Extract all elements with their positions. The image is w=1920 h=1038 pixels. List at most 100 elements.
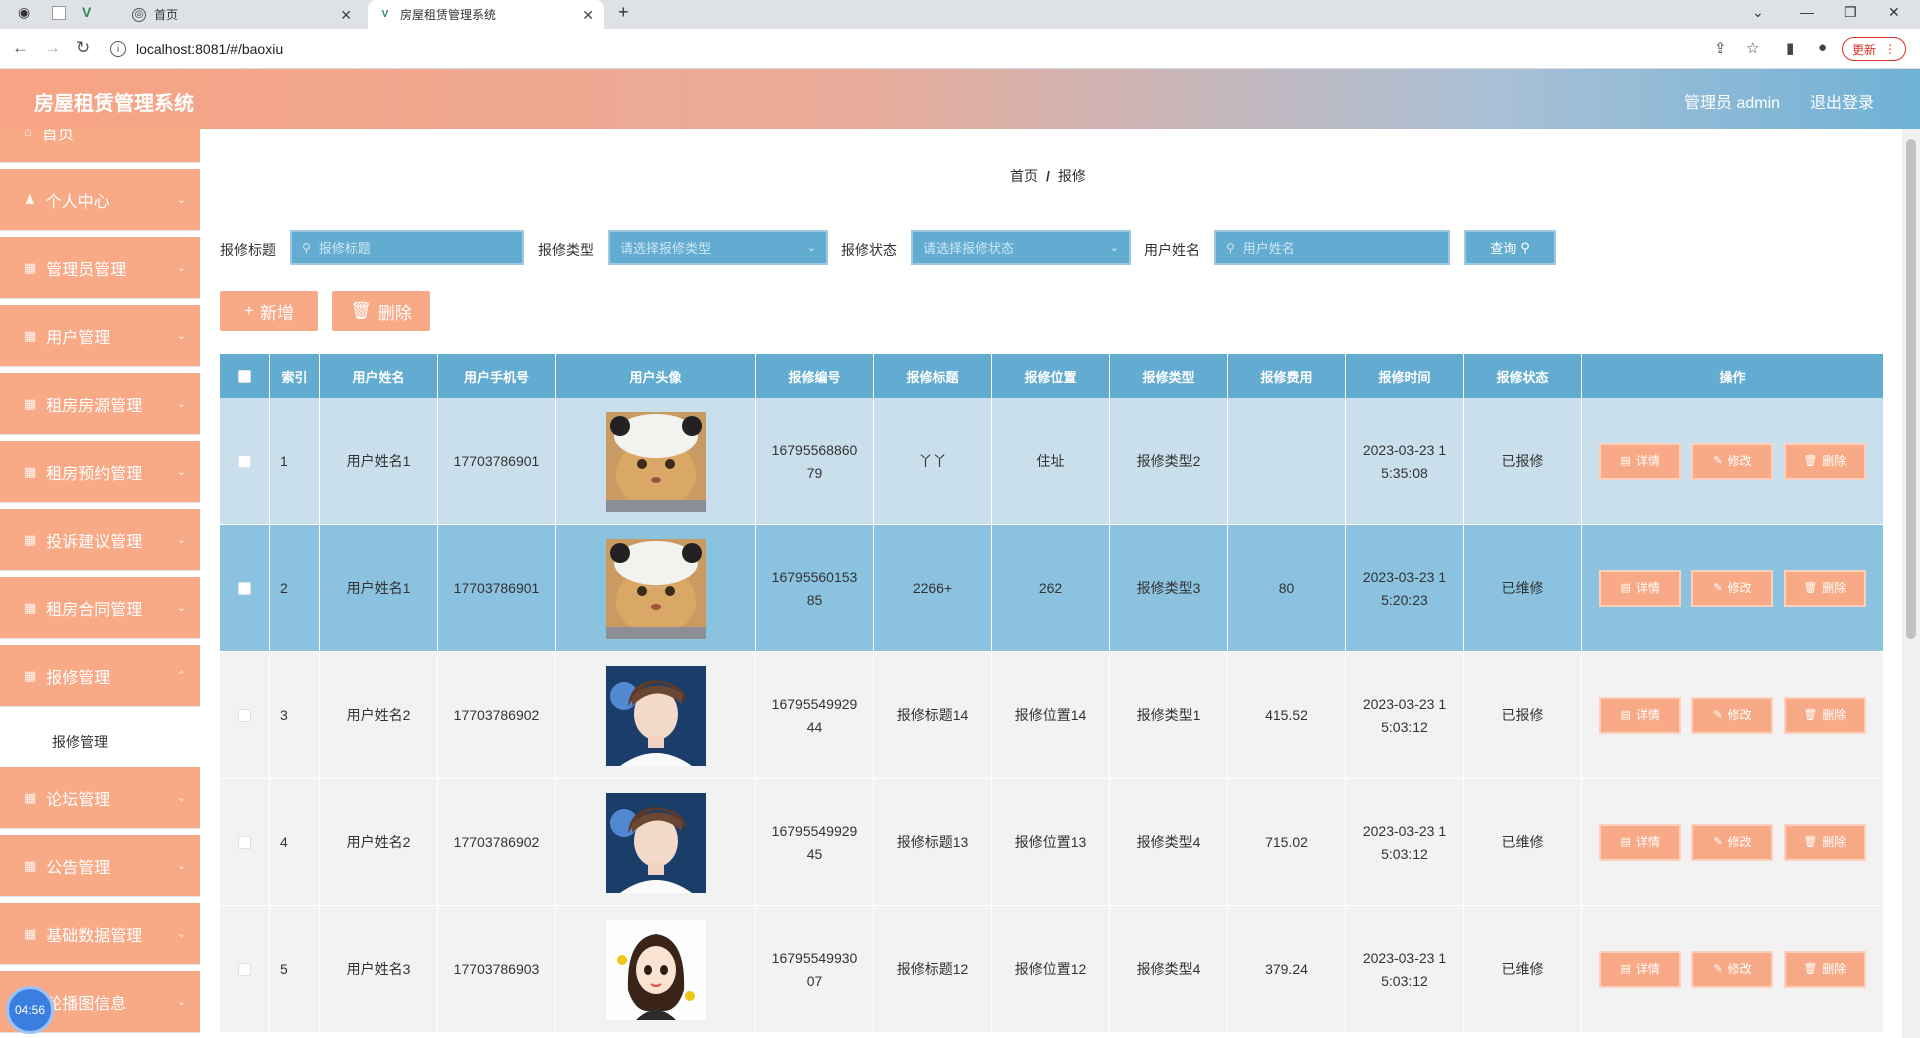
close-icon[interactable]: ✕ (340, 7, 352, 24)
sidebar-item-contracts[interactable]: ▦ 租房合同管理 ⌄ (0, 577, 200, 639)
cell-time: 2023-03-23 1 5:35:08 (1346, 398, 1464, 525)
timer-badge[interactable]: 04:56 (6, 986, 54, 1034)
query-label: 查询 (1490, 241, 1517, 256)
table-row[interactable]: 5 用户姓名3 17703786903 16795549930 07 报修标题12 报修位置… (220, 906, 1883, 1033)
close-icon[interactable]: ✕ (582, 7, 594, 24)
restore-icon[interactable]: ❐ (1844, 4, 1857, 21)
row-checkbox[interactable] (238, 455, 251, 468)
filter-username-label: 用户姓名 (1144, 242, 1200, 258)
table-row[interactable]: 1 用户姓名1 17703786901 16795568860 79 丫丫 住址 报修类型2 2… (220, 398, 1883, 525)
menu-icon: ▦ (24, 395, 37, 411)
detail-button[interactable]: ▤ 详情 (1599, 951, 1682, 988)
address-bar[interactable]: i localhost:8081/#/baoxiu (110, 34, 1290, 64)
search-icon: ⚲ (302, 240, 311, 255)
row-checkbox[interactable] (238, 836, 251, 849)
sidebar-item-complaints[interactable]: ▦ 投诉建议管理 ⌄ (0, 509, 200, 571)
scrollbar[interactable] (1902, 129, 1920, 1038)
chevron-down-icon: ⌄ (176, 194, 186, 206)
star-icon[interactable]: ☆ (1746, 39, 1759, 57)
delete-label: 删除 (1822, 835, 1847, 849)
edit-button[interactable]: ✎ 修改 (1691, 443, 1774, 480)
select-all-checkbox[interactable] (238, 369, 251, 383)
username-search-input[interactable]: ⚲ 用户姓名 (1214, 230, 1450, 265)
minimize-icon[interactable]: — (1800, 4, 1814, 20)
avatar[interactable] (605, 665, 706, 766)
cell-phone: 17703786902 (438, 652, 556, 779)
avatar[interactable] (605, 792, 706, 893)
edit-button[interactable]: ✎ 修改 (1691, 951, 1774, 988)
chevron-down-icon[interactable]: ⌄ (1752, 4, 1764, 21)
menu-icon: ▦ (24, 599, 37, 615)
reload-icon[interactable]: ↻ (76, 38, 90, 58)
row-checkbox[interactable] (238, 963, 251, 976)
sidebar-item-profile[interactable]: ♟ 个人中心 ⌄ (0, 169, 200, 231)
detail-button[interactable]: ▤ 详情 (1599, 443, 1682, 480)
new-tab-icon[interactable]: + (618, 2, 629, 23)
edit-button[interactable]: ✎ 修改 (1691, 697, 1774, 734)
vue-tab-icon[interactable]: V (82, 4, 91, 20)
delete-label: 删除 (377, 303, 412, 323)
sidebar-subitem-repairs[interactable]: 报修管理 (0, 717, 200, 767)
sidebar-item-notices[interactable]: ▦ 公告管理 ⌄ (0, 835, 200, 897)
cell-phone: 17703786901 (438, 525, 556, 652)
cell-index: 5 (270, 906, 320, 1033)
delete-button[interactable]: 🗑 删除 (1783, 951, 1866, 988)
search-icon: ⚲ (1520, 239, 1530, 255)
sidebar-item-users[interactable]: ▦ 用户管理 ⌄ (0, 305, 200, 367)
back-icon[interactable]: ← (12, 38, 29, 58)
detail-button[interactable]: ▤ 详情 (1599, 697, 1682, 734)
delete-button[interactable]: 🗑 删除 (1783, 570, 1866, 607)
sidebar-item-basedata[interactable]: ▦ 基础数据管理 ⌄ (0, 903, 200, 965)
breadcrumb-separator: / (1046, 168, 1050, 184)
table-row[interactable]: 4 用户姓名2 17703786902 16795549929 45 报修标题13 报修位置… (220, 779, 1883, 906)
sidebar-item-forum[interactable]: ▦ 论坛管理 ⌄ (0, 767, 200, 829)
forward-icon[interactable]: → (44, 38, 61, 58)
sidebar-item-listings[interactable]: ▦ 租房房源管理 ⌄ (0, 373, 200, 435)
tab-active[interactable]: V 房屋租赁管理系统 ✕ (368, 0, 604, 29)
avatar[interactable] (605, 919, 706, 1020)
trash-icon: 🗑 (1803, 836, 1818, 848)
time-line: 2023-03-23 1 (1362, 695, 1447, 712)
edit-button[interactable]: ✎ 修改 (1691, 824, 1774, 861)
scrollbar-thumb[interactable] (1906, 139, 1916, 639)
edit-label: 修改 (1727, 708, 1752, 722)
delete-button[interactable]: 🗑 删除 (1783, 443, 1866, 480)
update-button[interactable]: 更新 ⋮ (1842, 37, 1906, 61)
avatar[interactable] (605, 411, 706, 512)
sidepanel-icon[interactable]: ▮ (1786, 39, 1794, 57)
breadcrumb-home[interactable]: 首页 (1010, 168, 1038, 184)
sidebar-item-home[interactable]: ⌂ 首页 (0, 129, 200, 163)
edit-button[interactable]: ✎ 修改 (1691, 570, 1774, 607)
type-select[interactable]: 请选择报修类型 ⌄ (608, 230, 828, 265)
row-checkbox[interactable] (238, 709, 251, 722)
time-line: 5:20:23 (1381, 591, 1428, 608)
sidebar-item-bookings[interactable]: ▦ 租房预约管理 ⌄ (0, 441, 200, 503)
query-button[interactable]: 查询 ⚲ (1464, 230, 1556, 265)
delete-button[interactable]: 🗑 删除 (1783, 697, 1866, 734)
time-line: 2023-03-23 1 (1362, 822, 1447, 839)
breadcrumb: 首页 / 报修 (1010, 166, 1086, 186)
delete-button[interactable]: 🗑 删除 (1783, 824, 1866, 861)
sidebar-item-admin[interactable]: ▦ 管理员管理 ⌄ (0, 237, 200, 299)
tab-home[interactable]: ◎ 首页 ✕ (132, 0, 362, 29)
delete-label: 删除 (1822, 581, 1847, 595)
detail-button[interactable]: ▤ 详情 (1599, 570, 1682, 607)
profile-icon[interactable]: ● (1818, 39, 1827, 56)
select-all-cell (220, 354, 270, 398)
table-row[interactable]: 2 用户姓名1 17703786901 16795560153 85 2266+ 262 报修… (220, 525, 1883, 652)
status-select[interactable]: 请选择报修状态 ⌄ (911, 230, 1131, 265)
avatar[interactable] (605, 538, 706, 639)
title-search-input[interactable]: ⚲ 报修标题 (290, 230, 524, 265)
logout-link[interactable]: 退出登录 (1810, 89, 1874, 113)
share-icon[interactable]: ⇪ (1714, 39, 1727, 57)
bulk-delete-button[interactable]: 🗑 删除 (332, 291, 430, 331)
add-button[interactable]: + 新增 (220, 291, 318, 331)
info-icon[interactable]: i (110, 41, 126, 57)
row-checkbox[interactable] (238, 582, 251, 595)
cell-title: 丫丫 (874, 398, 992, 525)
title-placeholder: 报修标题 (318, 241, 371, 256)
sidebar-item-repairs[interactable]: ▦ 报修管理 ⌃ (0, 645, 200, 707)
detail-button[interactable]: ▤ 详情 (1599, 824, 1682, 861)
table-row[interactable]: 3 用户姓名2 17703786902 16795549929 44 报修标题14 报修位置… (220, 652, 1883, 779)
window-close-icon[interactable]: ✕ (1888, 4, 1900, 21)
